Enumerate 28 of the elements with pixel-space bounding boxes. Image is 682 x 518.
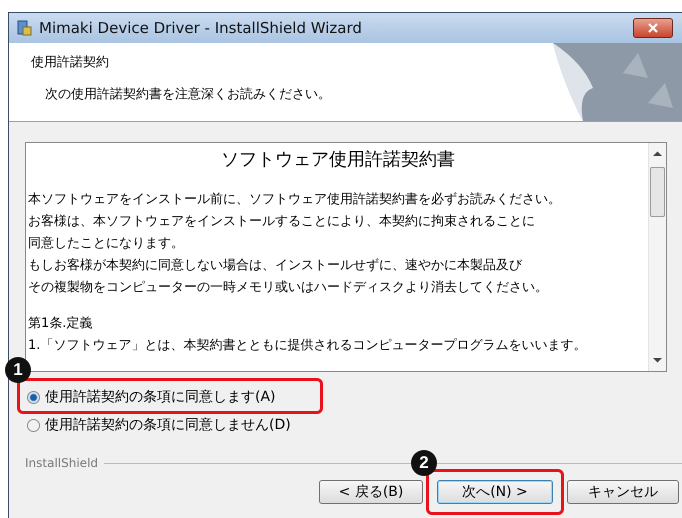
wizard-button[interactable]: < 戻る(B) xyxy=(319,480,423,504)
scroll-down-icon[interactable] xyxy=(653,357,662,363)
close-icon[interactable] xyxy=(647,23,659,33)
page-title: 使用許諾契約 xyxy=(31,54,110,71)
license-text-line: 本ソフトウェアをインストール前に、ソフトウェア使用許諾契約書を必ずお読みください。 xyxy=(28,191,562,209)
license-text-line: その複製物をコンピューターの一時メモリ或いはハードディスクより消去してください。 xyxy=(28,279,549,297)
window-title: Mimaki Device Driver - InstallShield Wizard xyxy=(39,19,363,37)
radio-option[interactable]: 使用許諾契約の条項に同意します(A) xyxy=(25,386,276,408)
license-heading: ソフトウェア使用許諾契約書 xyxy=(220,148,456,171)
wizard-button[interactable]: 次へ(N) > xyxy=(437,480,553,504)
license-text-line: もしお客様が本契約に同意しない場合は、インストールせずに、速やかに本製品及び xyxy=(28,257,524,275)
scroll-up-icon[interactable] xyxy=(653,151,662,157)
group-label: InstallShield xyxy=(25,456,98,470)
radio-option[interactable]: 使用許諾契約の条項に同意しません(D) xyxy=(25,414,291,436)
callout-badge: 2 xyxy=(411,450,437,476)
scrollbar[interactable] xyxy=(648,143,666,371)
wizard-button[interactable]: キャンセル xyxy=(567,480,679,504)
license-text-line: 同意したことになります。 xyxy=(28,235,185,253)
license-text-line: お客様は、本ソフトウェアをインストールすることにより、本契約に拘束されることに xyxy=(28,213,536,231)
scroll-thumb[interactable] xyxy=(650,167,665,217)
page-subtitle: 次の使用許諾契約書を注意深くお読みください。 xyxy=(45,86,331,103)
license-text-line: 第1条.定義 xyxy=(28,315,94,333)
radio-button[interactable] xyxy=(27,390,40,404)
close-button[interactable] xyxy=(633,18,673,38)
license-text-line: 1.「ソフトウェア」とは、本契約書とともに提供されるコンピュータープログラムをいいます。 xyxy=(28,337,588,355)
callout-badge: 1 xyxy=(5,357,31,383)
radio-button[interactable] xyxy=(27,418,40,432)
installer-icon xyxy=(15,19,33,37)
